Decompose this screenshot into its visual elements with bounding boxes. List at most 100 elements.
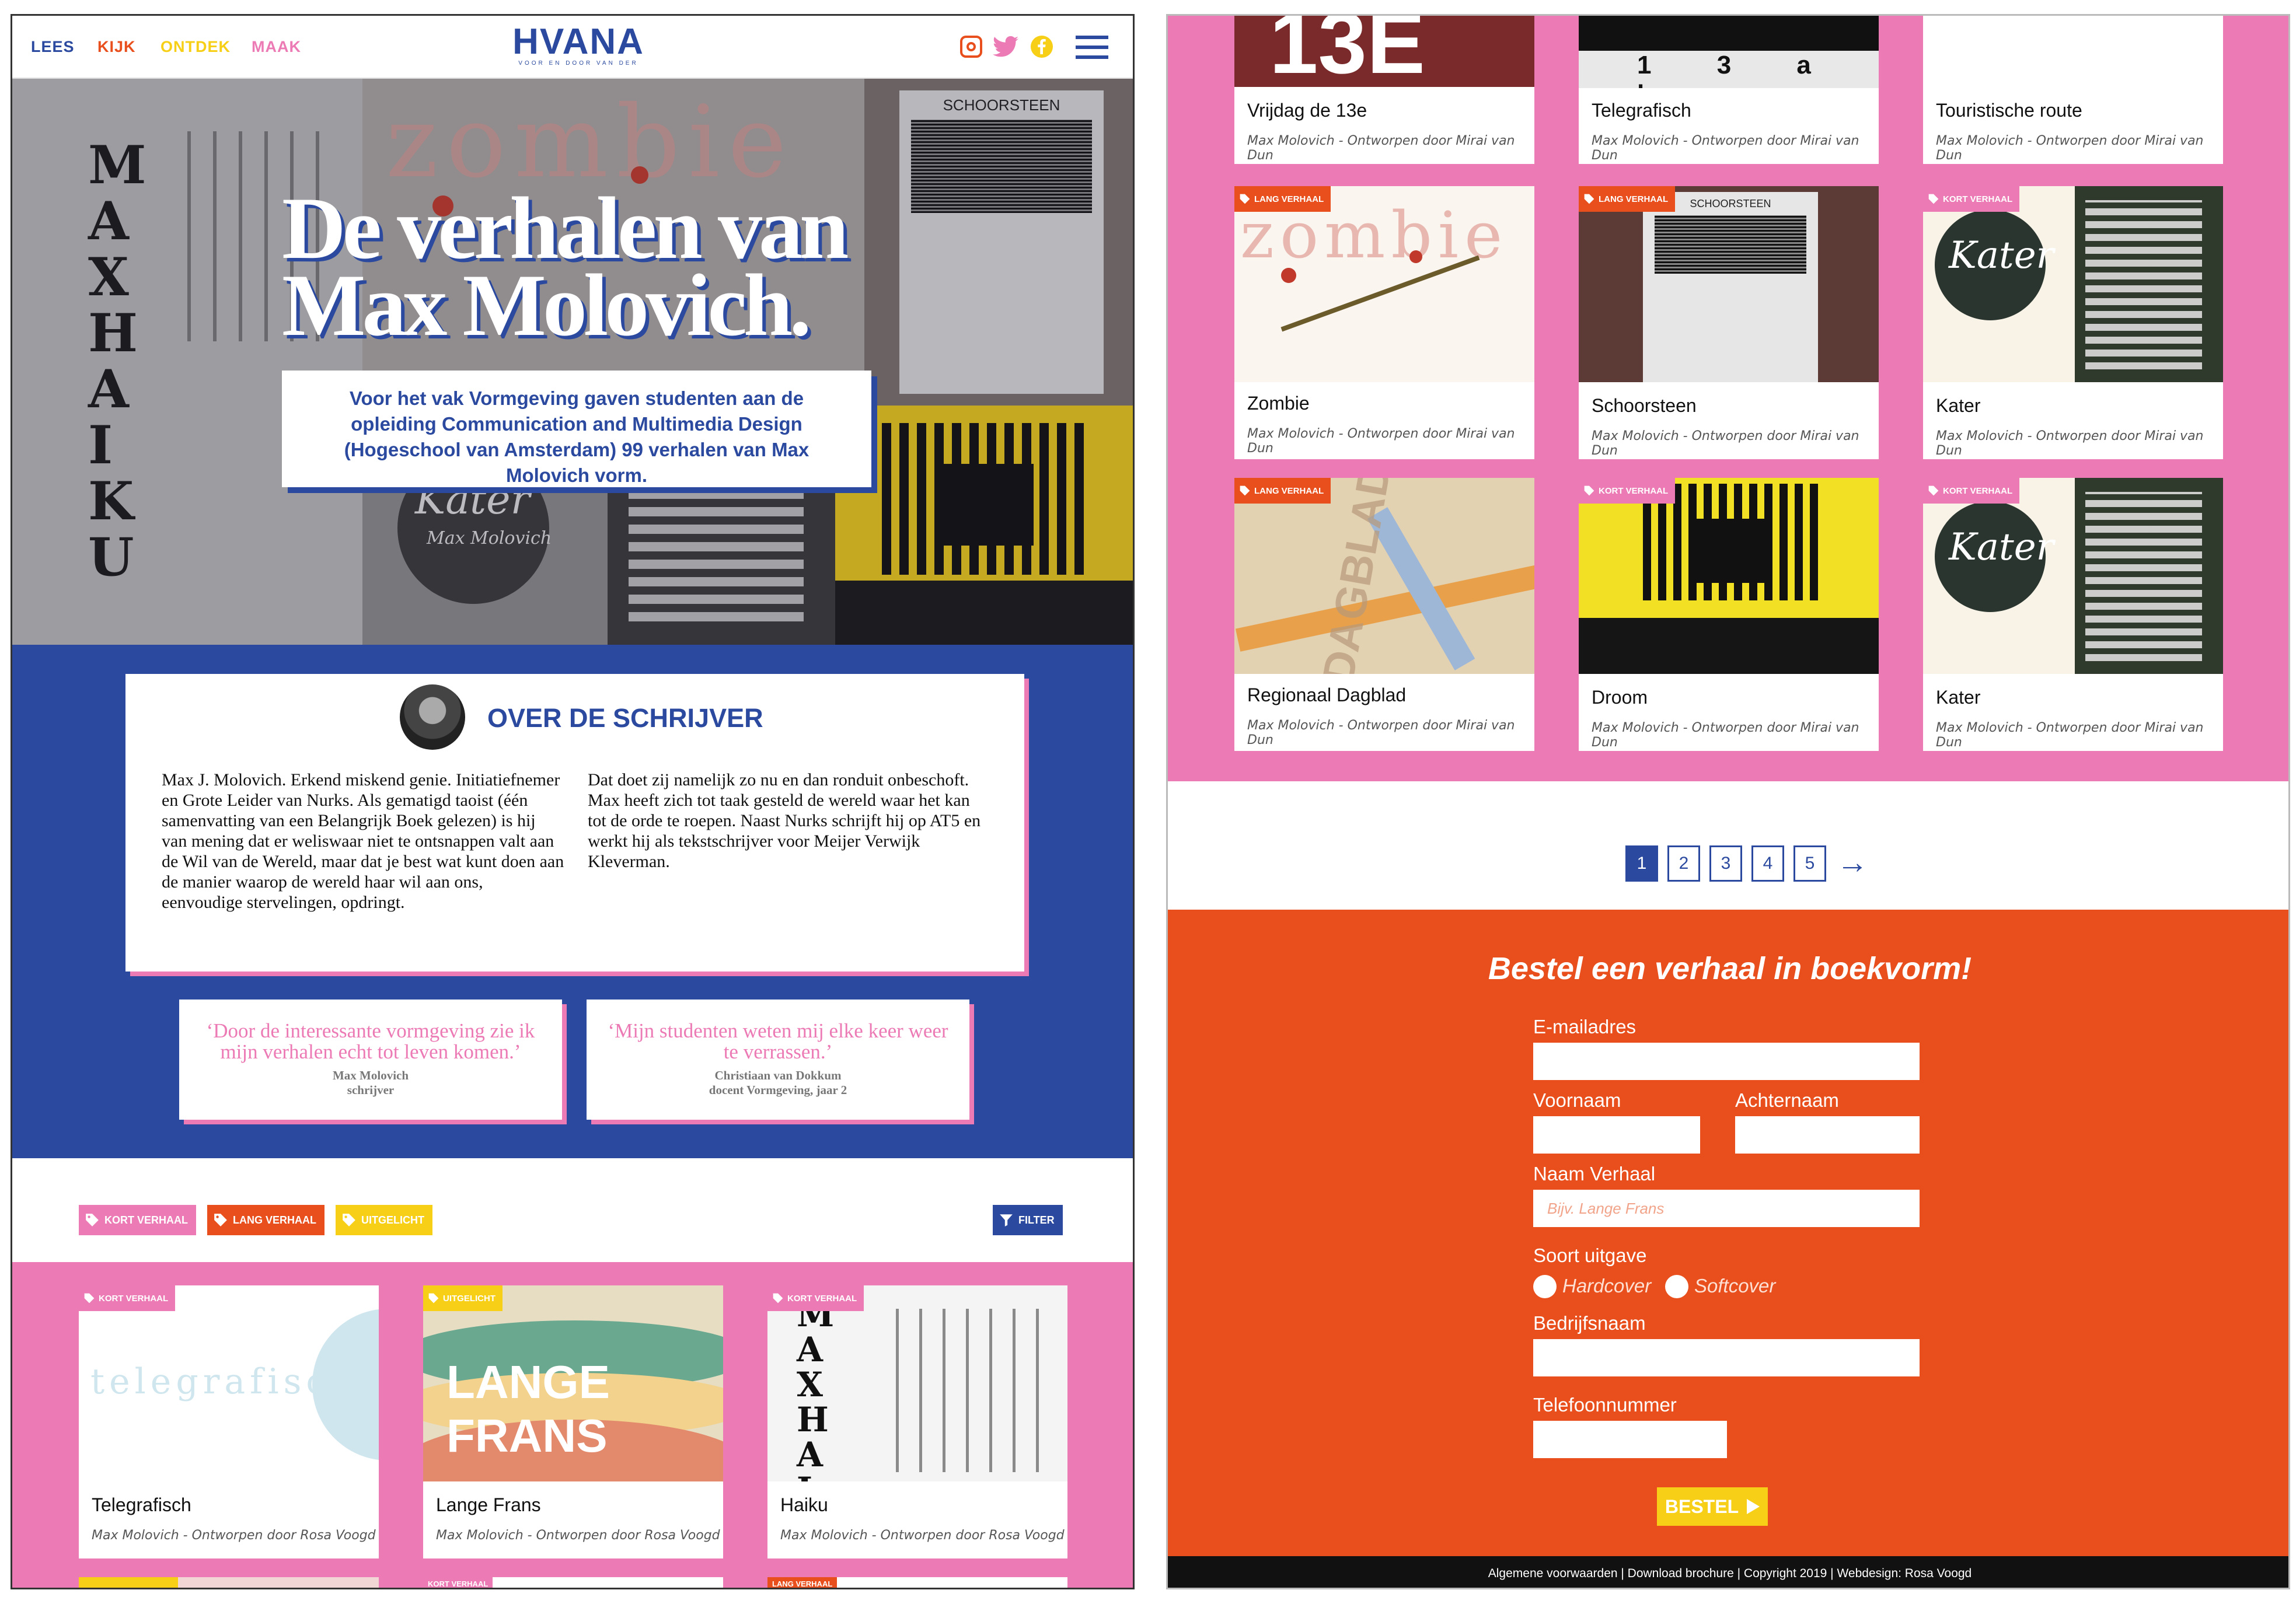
bestel-button[interactable]: BESTEL	[1657, 1487, 1768, 1526]
story-name-field[interactable]: Bijv. Lange Frans	[1533, 1190, 1920, 1227]
first-name-field[interactable]	[1533, 1116, 1700, 1154]
quote-card-1: ‘Door de interessante vormgeving zie ik …	[179, 1000, 562, 1120]
story-card-haiku[interactable]: MAX HAIKU KORT VERHAAL Haiku Max Molovic…	[767, 1285, 1067, 1558]
company-field[interactable]	[1533, 1339, 1920, 1376]
story-name-placeholder: Bijv. Lange Frans	[1547, 1199, 1665, 1217]
story-card-title: Lange Frans	[436, 1494, 541, 1515]
softcover-label: Softcover	[1694, 1275, 1776, 1297]
story-card-touristische-route[interactable]: Touristische route Max Molovich - Ontwor…	[1923, 16, 2223, 164]
footer-links[interactable]: Algemene voorwaarden | Download brochure…	[1488, 1567, 1972, 1581]
softcover-radio[interactable]	[1665, 1275, 1688, 1298]
story-name-label: Naam Verhaal	[1533, 1163, 1656, 1184]
lange-frans-art-text: LANGE FRANS	[446, 1356, 610, 1462]
haiku-art-text: MAX HAIKU	[797, 1295, 835, 1481]
story-card-tag-label: KORT VERHAAL	[1943, 485, 2013, 496]
partial-card-tag: KORT VERHAAL	[423, 1577, 493, 1588]
left-page: LEES KIJK ONTDEK MAAK HVANA VOOR EN DOOR…	[11, 14, 1135, 1589]
filter-tag-lang-verhaal[interactable]: LANG VERHAAL	[207, 1205, 324, 1235]
partial-card-2[interactable]: KORT VERHAAL	[423, 1577, 723, 1588]
nav-maak[interactable]: MAAK	[252, 38, 301, 56]
bestel-button-label: BESTEL	[1665, 1495, 1739, 1517]
story-card-telegrafisch-2[interactable]: 1 3 a h Telegrafisch Max Molovich - Ontw…	[1579, 16, 1879, 164]
twitter-icon[interactable]	[993, 36, 1018, 58]
nav-kijk[interactable]: KIJK	[97, 38, 136, 56]
tag-icon	[428, 1293, 439, 1304]
filter-tag-uitgelicht[interactable]: UITGELICHT	[336, 1205, 432, 1235]
page-2-button[interactable]: 2	[1667, 845, 1700, 882]
hero-intro-text: Voor het vak Vormgeving gaven studenten …	[344, 387, 809, 486]
story-card-subtitle: Max Molovich - Ontworpen door Mirai van …	[1592, 134, 1859, 163]
story-card-image: SCHOORSTEEN	[1579, 186, 1879, 382]
facebook-icon[interactable]	[1030, 35, 1053, 58]
story-card-droom[interactable]: KORT VERHAAL Droom Max Molovich - Ontwor…	[1579, 478, 1879, 751]
story-card-subtitle: Max Molovich - Ontworpen door Mirai van …	[1936, 721, 2204, 750]
email-field[interactable]	[1533, 1043, 1920, 1080]
hardcover-radio[interactable]	[1533, 1275, 1557, 1298]
story-card-image: telegrafisch	[79, 1285, 379, 1481]
story-card-image: DAGBLAD	[1234, 478, 1534, 674]
nav-lees[interactable]: LEES	[31, 38, 75, 56]
story-card-lange-frans[interactable]: LANGE FRANS UITGELICHT Lange Frans Max M…	[423, 1285, 723, 1558]
logo-wordmark: HVANA	[512, 22, 644, 62]
story-card-image: Kater	[1923, 478, 2223, 674]
story-card-regionaal-dagblad[interactable]: DAGBLAD LANG VERHAAL Regionaal Dagblad M…	[1234, 478, 1534, 751]
story-grid-right: 13E Vrijdag de 13e Max Molovich - Ontwor…	[1168, 16, 2288, 781]
last-name-field[interactable]	[1735, 1116, 1920, 1154]
hamburger-menu-icon[interactable]	[1076, 36, 1108, 59]
quote-role: docent Vormgeving, jaar 2	[709, 1083, 847, 1097]
story-card-tag: LANG VERHAAL	[1234, 478, 1331, 504]
story-card-title: Haiku	[780, 1494, 828, 1515]
partial-card-1[interactable]	[79, 1577, 379, 1588]
story-card-kater-2[interactable]: Kater KORT VERHAAL Kater Max Molovich - …	[1923, 478, 2223, 751]
canvas: LEES KIJK ONTDEK MAAK HVANA VOOR EN DOOR…	[0, 0, 2296, 1597]
story-card-vrijdag-de-13e[interactable]: 13E Vrijdag de 13e Max Molovich - Ontwor…	[1234, 16, 1534, 164]
hero-title-line1: De verhalen van	[282, 179, 849, 277]
quote-text: ‘Mijn studenten weten mij elke keer weer…	[608, 1019, 948, 1063]
story-card-subtitle: Max Molovich - Ontworpen door Mirai van …	[1936, 134, 2204, 163]
story-card-tag-label: LANG VERHAAL	[1254, 485, 1324, 496]
order-heading: Bestel een verhaal in boekvorm!	[1488, 951, 1972, 986]
about-col1: Max J. Molovich. Erkend miskend genie. I…	[162, 770, 564, 912]
hero-intro-box: Voor het vak Vormgeving gaven studenten …	[282, 371, 871, 487]
story-card-subtitle: Max Molovich - Ontworpen door Rosa Voogd	[436, 1528, 720, 1543]
filter-button-label: FILTER	[1018, 1214, 1055, 1226]
about-heading: OVER DE SCHRIJVER	[487, 703, 763, 733]
story-card-zombie[interactable]: zombie LANG VERHAAL Zombie Max Molovich …	[1234, 186, 1534, 459]
page-1-button[interactable]: 1	[1625, 845, 1658, 882]
hero-title: De verhalen van Max Molovich.	[282, 179, 924, 350]
story-card-subtitle: Max Molovich - Ontworpen door Mirai van …	[1247, 718, 1515, 747]
tag-icon	[1240, 194, 1250, 204]
tag-icon	[1584, 194, 1594, 204]
tag-icon	[1928, 485, 1939, 496]
filter-tag-label: UITGELICHT	[361, 1214, 424, 1226]
logo[interactable]: HVANA VOOR EN DOOR VAN DER	[503, 24, 654, 67]
story-card-tag-label: LANG VERHAAL	[1599, 194, 1669, 204]
story-card-kater[interactable]: Kater KORT VERHAAL Kater Max Molovich - …	[1923, 186, 2223, 459]
partial-card-3[interactable]: LANG VERHAAL	[767, 1577, 1067, 1588]
story-card-image: 1 3 a h	[1579, 16, 1879, 88]
hardcover-label: Hardcover	[1562, 1275, 1652, 1297]
story-card-title: Regionaal Dagblad	[1247, 684, 1407, 705]
quote-card-2: ‘Mijn studenten weten mij elke keer weer…	[587, 1000, 969, 1120]
about-col2: Dat doet zij namelijk zo nu en dan rondu…	[588, 770, 981, 871]
story-card-title: Touristische route	[1936, 100, 2082, 121]
story-card-tag-label: KORT VERHAAL	[1599, 485, 1669, 496]
tag-icon	[1928, 194, 1939, 204]
nav-ontdek[interactable]: ONTDEK	[160, 38, 231, 56]
story-card-tag: KORT VERHAAL	[1579, 478, 1676, 504]
instagram-icon[interactable]	[960, 36, 982, 58]
story-card-subtitle: Max Molovich - Ontworpen door Mirai van …	[1592, 429, 1859, 458]
story-grid-left: telegrafisch KORT VERHAAL Telegrafisch M…	[12, 1262, 1133, 1588]
filter-tag-kort-verhaal[interactable]: KORT VERHAAL	[79, 1205, 196, 1235]
story-card-tag-label: UITGELICHT	[443, 1293, 496, 1304]
phone-field[interactable]	[1533, 1421, 1727, 1458]
story-card-telegrafisch[interactable]: telegrafisch KORT VERHAAL Telegrafisch M…	[79, 1285, 379, 1558]
page-4-button[interactable]: 4	[1751, 845, 1784, 882]
tag-icon	[773, 1293, 783, 1304]
page-5-button[interactable]: 5	[1793, 845, 1826, 882]
story-card-tag: KORT VERHAAL	[1923, 478, 2020, 504]
story-card-schoorsteen[interactable]: SCHOORSTEEN LANG VERHAAL Schoorsteen Max…	[1579, 186, 1879, 459]
filter-button[interactable]: FILTER	[993, 1205, 1063, 1235]
page-3-button[interactable]: 3	[1709, 845, 1742, 882]
next-page-arrow-icon[interactable]: →	[1837, 844, 1868, 880]
